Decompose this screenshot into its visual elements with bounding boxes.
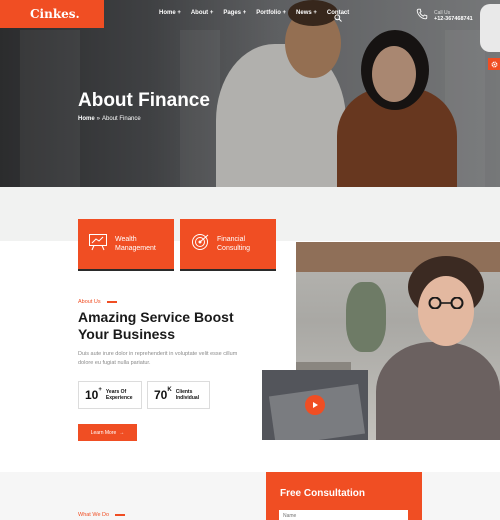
stat-experience: 10+ Years Of Experience xyxy=(78,381,142,409)
stat-value: 10+ xyxy=(85,387,102,402)
service-label: Wealth Management xyxy=(115,235,156,253)
service-label-line: Financial xyxy=(217,236,246,243)
breadcrumb-current: About Finance xyxy=(102,116,141,122)
about-eyebrow: About Us xyxy=(78,299,117,305)
call-text: Call Us +12-367468741 xyxy=(434,10,473,22)
stat-label-line: Experience xyxy=(105,395,133,401)
stat-number: 10 xyxy=(85,388,99,402)
page-title: About Finance xyxy=(78,90,210,111)
name-input[interactable] xyxy=(279,510,408,520)
play-icon xyxy=(311,396,319,414)
learn-more-label: Learn More xyxy=(90,429,117,436)
page: Cinkes. Home + About + Pages + Portfolio… xyxy=(0,0,500,520)
what-we-do-text: What We Do xyxy=(78,512,110,518)
settings-tab[interactable] xyxy=(488,58,500,70)
learn-more-button[interactable]: Learn More → xyxy=(78,424,137,441)
side-panel-edge xyxy=(480,4,500,52)
phone-icon xyxy=(416,7,428,25)
hero-overlay xyxy=(0,0,500,187)
photo-woman-face xyxy=(418,276,474,346)
stat-clients: 70K Clients Individual xyxy=(147,381,210,409)
photo-plant xyxy=(346,282,386,352)
stat-label: Years Of Experience xyxy=(106,389,133,401)
about-title-line: Your Business xyxy=(78,326,175,342)
photo-woman-cardigan xyxy=(376,342,500,440)
target-icon xyxy=(190,233,210,256)
service-card-wealth[interactable]: Wealth Management xyxy=(78,219,174,269)
about-title: Amazing Service Boost Your Business xyxy=(78,309,258,343)
main-nav: Home + About + Pages + Portfolio + News … xyxy=(159,10,349,16)
about-title-line: Amazing Service Boost xyxy=(78,309,234,325)
search-icon[interactable] xyxy=(334,9,342,22)
gear-icon xyxy=(491,55,498,73)
arrow-right-icon: → xyxy=(119,429,125,436)
stat-suffix: + xyxy=(98,387,102,393)
bottom-section xyxy=(0,472,500,520)
eyebrow-divider xyxy=(115,514,126,516)
stat-label: Clients Individual xyxy=(176,389,199,401)
call-us[interactable]: Call Us +12-367468741 xyxy=(416,7,473,25)
consultation-title: Free Consultation xyxy=(280,488,366,499)
stat-value: 70K xyxy=(154,387,172,402)
breadcrumb-home[interactable]: Home xyxy=(78,116,95,122)
service-label-line: Consulting xyxy=(217,245,251,252)
play-button[interactable] xyxy=(305,395,325,415)
chart-board-icon xyxy=(88,233,108,256)
what-we-do-eyebrow: What We Do xyxy=(78,512,126,518)
nav-home[interactable]: Home + xyxy=(159,10,181,16)
service-label-line: Wealth xyxy=(115,236,137,243)
service-card-consulting[interactable]: Financial Consulting xyxy=(180,219,276,269)
nav-portfolio[interactable]: Portfolio + xyxy=(256,10,286,16)
breadcrumb: Home » About Finance xyxy=(78,116,141,122)
about-description: Duis aute irure dolor in reprehenderit i… xyxy=(78,351,238,366)
call-number[interactable]: +12-367468741 xyxy=(434,16,473,22)
nav-about[interactable]: About + xyxy=(191,10,214,16)
stat-number: 70 xyxy=(154,388,168,402)
eyebrow-divider xyxy=(106,301,117,303)
breadcrumb-separator: » xyxy=(96,116,101,122)
service-label: Financial Consulting xyxy=(217,235,250,253)
hero-banner xyxy=(0,0,500,187)
service-label-line: Management xyxy=(115,245,156,252)
nav-news[interactable]: News + xyxy=(296,10,317,16)
site-logo[interactable]: Cinkes. xyxy=(0,0,104,28)
glasses-icon xyxy=(424,296,468,310)
nav-pages[interactable]: Pages + xyxy=(223,10,246,16)
stat-suffix: K xyxy=(167,387,172,393)
stat-label-line: Individual xyxy=(175,395,200,401)
about-eyebrow-text: About Us xyxy=(78,299,101,305)
